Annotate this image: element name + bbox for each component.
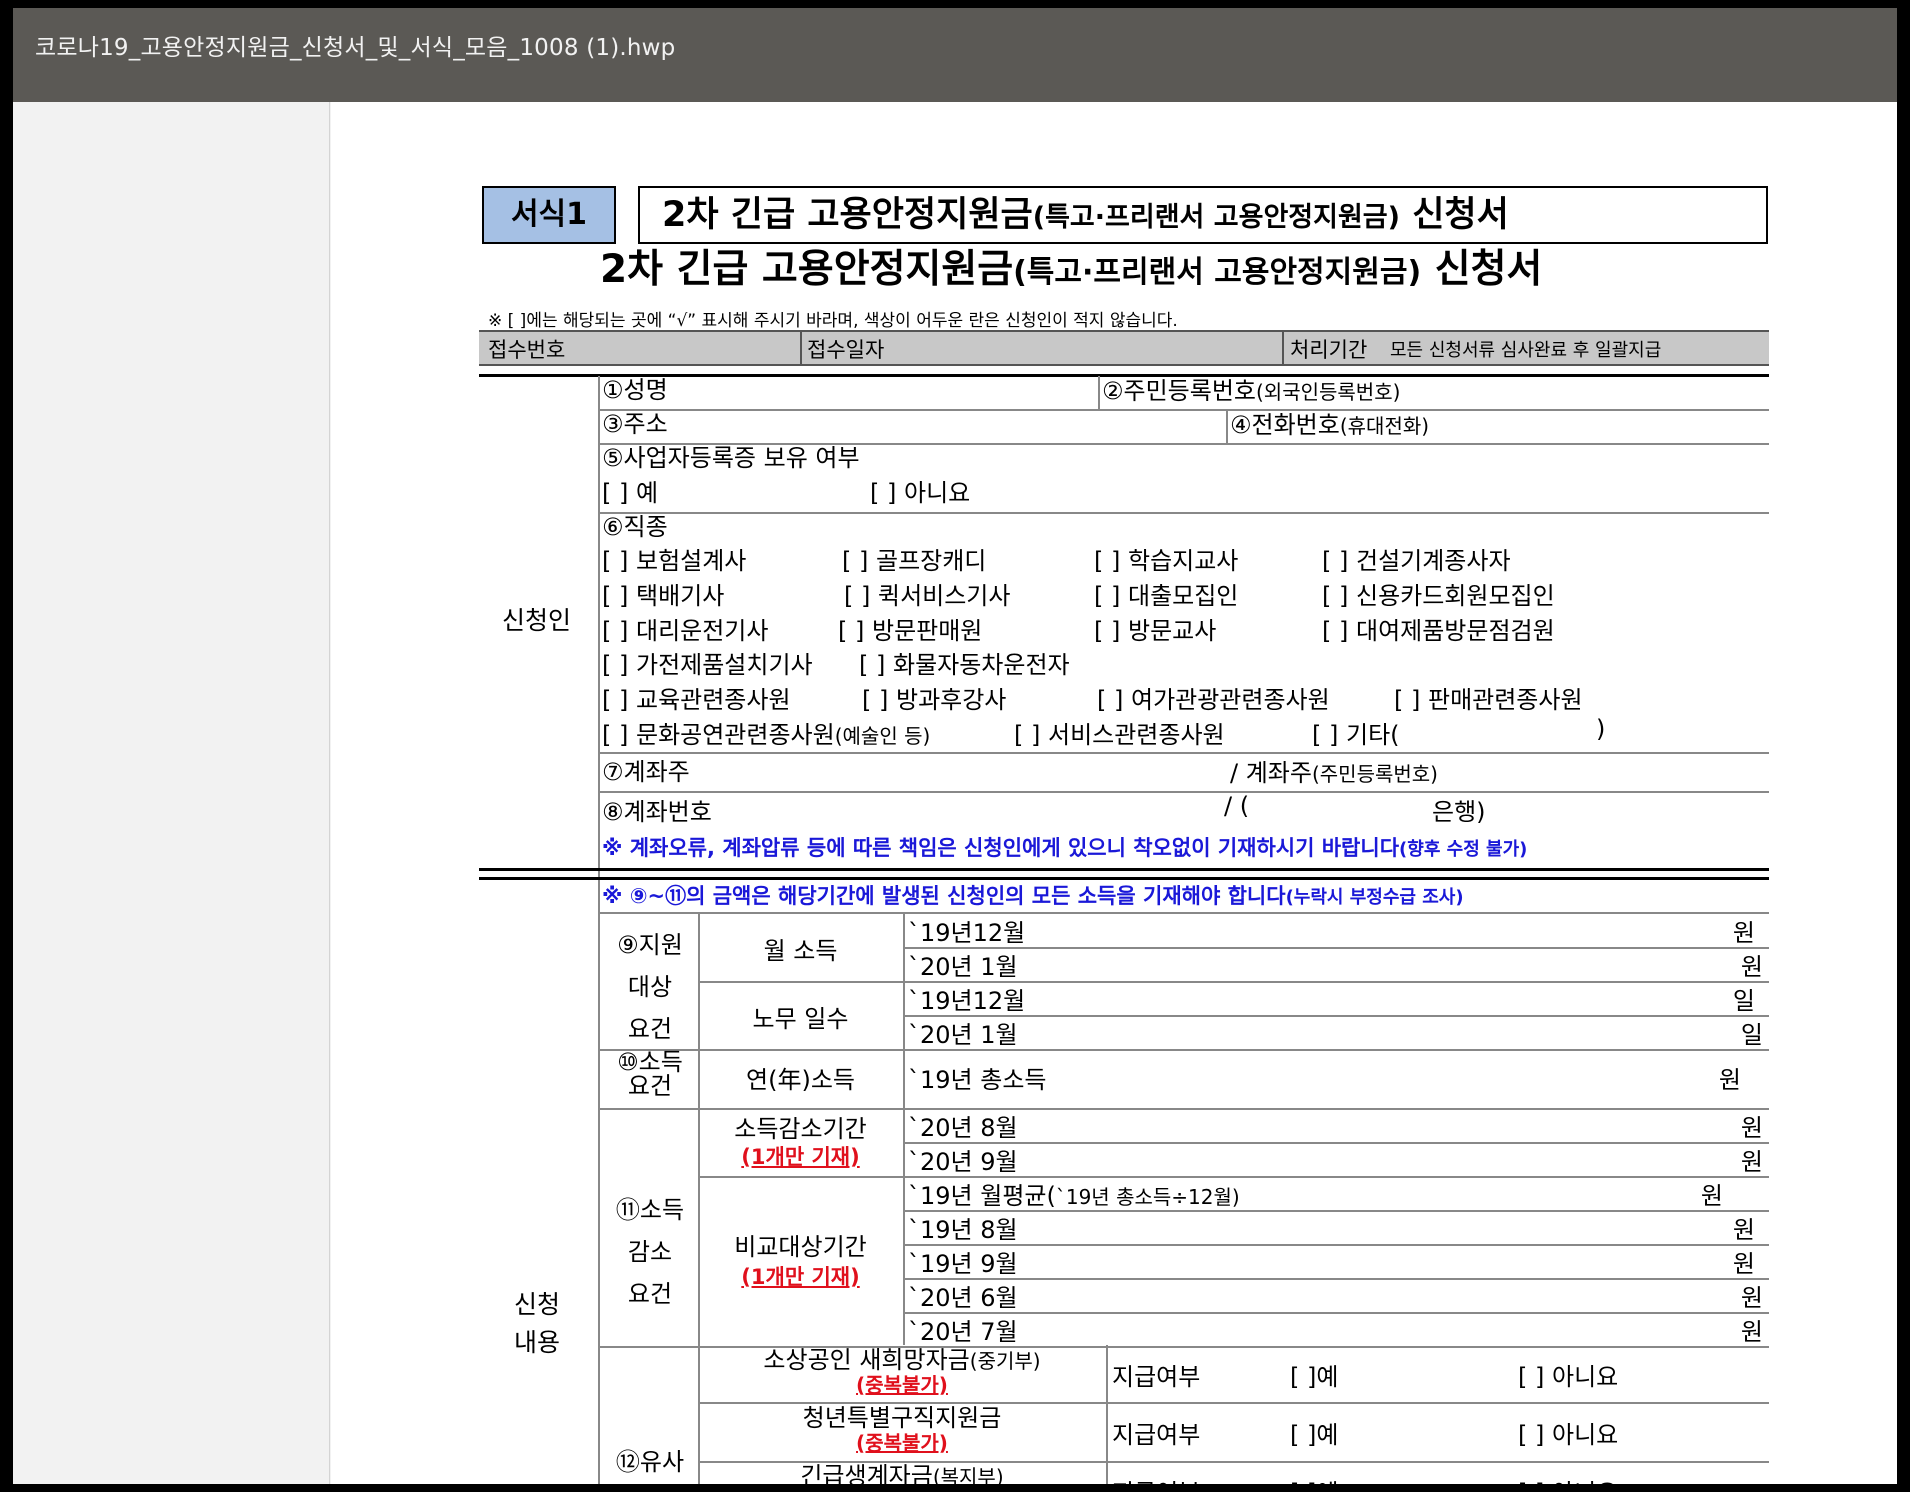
side-panel xyxy=(13,102,330,1484)
req9-label: ⑨지원 대상 요건 xyxy=(617,931,683,1043)
document-title: 2차 긴급 고용안정지원금(특고·프리랜서 고용안정지원금) 신청서 xyxy=(600,247,1543,292)
days-month-row: `20년 1월 일 xyxy=(908,1021,1763,1049)
job-type-checkbox[interactable]: [ ] 건설기계종사자 xyxy=(1322,541,1511,576)
req12-label: ⑫유사 xyxy=(615,1448,685,1476)
decrease-month-row: `20년 8월 원 xyxy=(908,1114,1763,1142)
receipt-date-label: 접수일자 xyxy=(807,338,885,362)
job-type-checkbox[interactable]: [ ] 보험설계사 xyxy=(602,541,746,576)
paid-yes-checkbox[interactable]: [ ]예 xyxy=(1290,1357,1338,1392)
account-holder-label: ⑦계좌주 xyxy=(602,758,690,786)
paid-status-row: 지급여부 [ ]예 [ ] 아니요 xyxy=(1112,1473,1769,1484)
job-other-checkbox[interactable]: [ ] 기타( xyxy=(1312,715,1400,750)
job-type-checkbox[interactable]: [ ] 방문교사 xyxy=(1094,611,1216,646)
biz-no-checkbox[interactable]: [ ] 아니요 xyxy=(870,473,970,508)
days-month-row: `19년12월 일 xyxy=(908,987,1755,1015)
job-type-checkbox[interactable]: [ ] 대여제품방문점검원 xyxy=(1322,611,1555,646)
document-page[interactable]: 서식1 2차 긴급 고용안정지원금(특고·프리랜서 고용안정지원금) 신청서 2… xyxy=(331,102,1897,1484)
job-type-checkbox[interactable]: [ ] 가전제품설치기사 xyxy=(602,645,813,680)
app-window: 코로나19_고용안정지원금_신청서_및_서식_모음_1008 (1).hwp 서… xyxy=(13,8,1897,1484)
income-month-row: `20년 1월 원 xyxy=(908,953,1763,981)
annual-income-row: `19년 총소득 원 xyxy=(908,1066,1741,1094)
compare-period-label: 비교대상기간 (1개만 기재) xyxy=(734,1233,867,1289)
similar-program-name: 청년특별구직지원금 (중복불가) xyxy=(802,1404,1002,1455)
form-badge: 서식1 xyxy=(482,186,616,244)
application-section-label: 신청 내용 xyxy=(514,1290,561,1357)
paid-status-row: 지급여부 [ ]예 [ ] 아니요 xyxy=(1112,1415,1769,1449)
compare-month-row: `19년 9월 원 xyxy=(908,1250,1755,1278)
bank-open: / ( xyxy=(1224,792,1250,820)
req11-label: ⑪소득 감소 요건 xyxy=(615,1196,685,1308)
job-type-checkbox[interactable]: [ ] 학습지교사 xyxy=(1094,541,1238,576)
bank-close: 은행) xyxy=(1432,798,1486,826)
paid-no-checkbox[interactable]: [ ] 아니요 xyxy=(1518,1415,1618,1450)
job-type-checkbox[interactable]: [ ] 대출모집인 xyxy=(1094,576,1238,611)
processing-period-label: 처리기간 xyxy=(1290,338,1368,362)
receipt-number-label: 접수번호 xyxy=(488,338,566,362)
form-notice: ※ [ ]에는 해당되는 곳에 “√” 표시해 주시기 바라며, 색상이 어두운… xyxy=(488,311,1178,331)
job-type-checkbox[interactable]: [ ] 판매관련종사원 xyxy=(1394,680,1583,715)
job-type-checkbox[interactable]: [ ] 신용카드회원모집인 xyxy=(1322,576,1555,611)
compare-month-row: `20년 7월 원 xyxy=(908,1318,1763,1346)
paid-no-checkbox[interactable]: [ ] 아니요 xyxy=(1518,1357,1618,1392)
job-type-checkbox[interactable]: [ ] 방과후강사 xyxy=(862,680,1006,715)
paid-yes-checkbox[interactable]: [ ]예 xyxy=(1290,1415,1338,1450)
compare-month-row: `20년 6월 원 xyxy=(908,1284,1763,1312)
annual-income-label: 연(年)소득 xyxy=(746,1066,855,1094)
job-type-checkbox[interactable]: [ ] 방문판매원 xyxy=(838,611,982,646)
paid-no-checkbox[interactable]: [ ] 아니요 xyxy=(1518,1473,1618,1484)
income-warning: ※ ⑨~⑪의 금액은 해당기간에 발생된 신청인의 모든 소득을 기재해야 합니… xyxy=(602,884,1464,908)
decrease-month-row: `20년 9월 원 xyxy=(908,1148,1763,1176)
job-culture-checkbox[interactable]: [ ] 문화공연관련종사원(예술인 등) xyxy=(602,715,930,750)
similar-program-name: 긴급생계자금(복지부) xyxy=(800,1462,1004,1484)
job-type-checkbox[interactable]: [ ] 대리운전기사 xyxy=(602,611,768,646)
job-type-checkbox[interactable]: [ ] 골프장캐디 xyxy=(842,541,986,576)
paid-status-row: 지급여부 [ ]예 [ ] 아니요 xyxy=(1112,1357,1769,1391)
job-type-checkbox[interactable]: [ ] 교육관련종사원 xyxy=(602,680,791,715)
job-other-close: ) xyxy=(1596,715,1606,743)
biz-yes-checkbox[interactable]: [ ] 예 xyxy=(602,473,658,508)
account-number-label: ⑧계좌번호 xyxy=(602,798,712,826)
job-type-checkbox[interactable]: [ ] 화물자동차운전자 xyxy=(859,645,1070,680)
job-type-checkbox[interactable]: [ ] 퀵서비스기사 xyxy=(844,576,1010,611)
compare-month-row: `19년 8월 원 xyxy=(908,1216,1755,1244)
processing-period-value: 모든 신청서류 심사완료 후 일괄지급 xyxy=(1390,340,1662,361)
compare-average-row: `19년 월평균(`19년 총소득÷12월) 원 xyxy=(908,1182,1723,1210)
job-service-checkbox[interactable]: [ ] 서비스관련종사원 xyxy=(1014,715,1225,750)
job-type-checkbox[interactable]: [ ] 여가관광관련종사원 xyxy=(1097,680,1330,715)
name-label: ①성명 xyxy=(602,376,668,404)
biz-registration-label: ⑤사업자등록증 보유 여부 xyxy=(602,444,860,472)
income-month-row: `19년12월 원 xyxy=(908,919,1755,947)
rrn-label: ②주민등록번호(외국인등록번호) xyxy=(1102,377,1401,405)
boxed-title: 2차 긴급 고용안정지원금(특고·프리랜서 고용안정지원금) 신청서 xyxy=(638,186,1768,244)
job-type-label: ⑥직종 xyxy=(602,513,668,541)
account-warning: ※ 계좌오류, 계좌압류 등에 따른 책임은 신청인에게 있으니 착오없이 기재… xyxy=(602,836,1528,860)
title-bar: 코로나19_고용안정지원금_신청서_및_서식_모음_1008 (1).hwp xyxy=(13,8,1897,102)
work-days-label: 노무 일수 xyxy=(752,1005,849,1033)
address-label: ③주소 xyxy=(602,410,668,438)
similar-program-name: 소상공인 새희망자금(중기부) (중복불가) xyxy=(763,1346,1041,1397)
monthly-income-label: 월 소득 xyxy=(763,937,838,965)
phone-label: ④전화번호(휴대전화) xyxy=(1230,411,1430,439)
job-type-checkbox[interactable]: [ ] 택배기사 xyxy=(602,576,724,611)
account-holder-rrn-label: / 계좌주(주민등록번호) xyxy=(1230,759,1438,787)
paid-yes-checkbox[interactable]: [ ]예 xyxy=(1290,1473,1338,1484)
req10-label: ⑩소득 요건 xyxy=(617,1048,683,1100)
decrease-period-label: 소득감소기간 (1개만 기재) xyxy=(734,1115,867,1169)
applicant-section-label: 신청인 xyxy=(502,606,572,635)
window-title: 코로나19_고용안정지원금_신청서_및_서식_모음_1008 (1).hwp xyxy=(35,35,676,61)
